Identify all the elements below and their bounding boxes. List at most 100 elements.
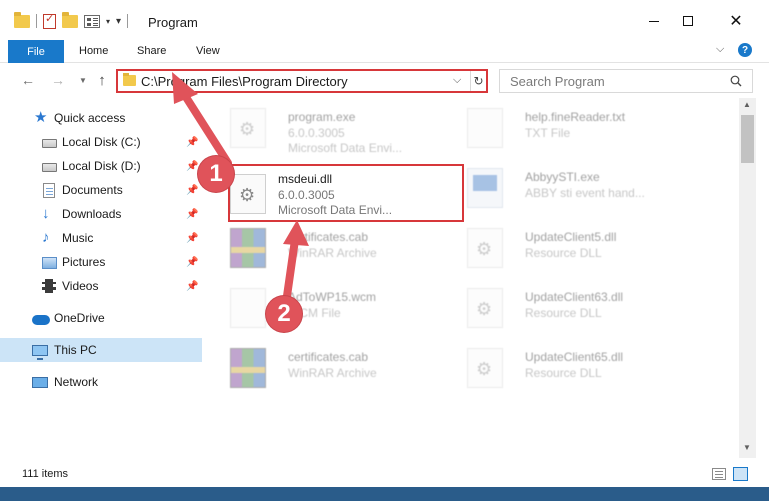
file-item[interactable]: help.fineReader.txt TXT File <box>443 100 679 160</box>
vertical-scrollbar[interactable]: ▲ ▼ <box>739 98 756 458</box>
file-item-msdeui-dll[interactable]: msdeui.dll 6.0.0.3005 Microsoft Data Env… <box>228 164 464 222</box>
tab-view[interactable]: View <box>196 45 220 57</box>
sidebar-item-videos[interactable]: Videos 📌 <box>0 274 202 298</box>
refresh-icon: ↻ <box>473 74 484 88</box>
network-icon <box>32 377 48 388</box>
folder-icon <box>123 73 136 86</box>
customize-toolbar-icon[interactable]: ▾ <box>116 16 121 27</box>
address-path[interactable]: C:\Program Files\Program Directory <box>141 74 348 89</box>
pin-icon[interactable]: 📌 <box>186 137 198 148</box>
file-item[interactable]: program.exe 6.0.0.3005 Microsoft Data En… <box>206 100 442 160</box>
properties-icon[interactable] <box>43 12 56 29</box>
step-2-badge: 2 <box>266 296 302 332</box>
up-button[interactable]: ↑ <box>92 70 112 90</box>
file-detail: Resource DLL <box>525 366 602 380</box>
sidebar-item-label: Local Disk (C:) <box>62 135 141 149</box>
folder-icon[interactable] <box>14 11 30 28</box>
archive-icon <box>230 348 266 388</box>
large-icons-view-icon[interactable] <box>733 467 748 481</box>
sidebar-item-downloads[interactable]: ↓ Downloads 📌 <box>0 202 202 226</box>
pin-icon[interactable]: 📌 <box>186 185 198 196</box>
dll-file-icon <box>467 228 503 268</box>
text-file-icon <box>467 108 503 148</box>
maximize-icon <box>683 16 693 26</box>
videos-icon <box>42 279 56 293</box>
separator <box>127 14 129 28</box>
tab-share[interactable]: Share <box>137 45 166 57</box>
chevron-down-icon[interactable]: ⌵ <box>453 74 461 87</box>
scroll-up-icon[interactable]: ▲ <box>743 100 751 109</box>
exe-file-icon <box>467 168 503 208</box>
maximize-button[interactable] <box>671 8 705 34</box>
file-name: UpdateClient65.dll <box>525 350 624 364</box>
status-bar: 111 items <box>0 460 769 487</box>
sidebar-item-pictures[interactable]: Pictures 📌 <box>0 250 202 274</box>
dll-file-icon <box>467 288 503 328</box>
forward-button[interactable]: → <box>48 70 68 90</box>
music-icon: ♪ <box>42 229 50 246</box>
quick-access-toolbar: ▾ ▾ <box>14 11 129 30</box>
close-button[interactable]: ✕ <box>719 8 753 34</box>
pin-icon[interactable]: 📌 <box>186 161 198 172</box>
sidebar-item-onedrive[interactable]: OneDrive <box>0 306 202 330</box>
sidebar-item-label: Local Disk (D:) <box>62 159 141 173</box>
arrow-up-icon: ↑ <box>98 71 106 89</box>
file-name: UpdateClient63.dll <box>525 290 624 304</box>
close-icon: ✕ <box>729 13 743 30</box>
new-folder-icon[interactable] <box>62 11 78 28</box>
pin-icon[interactable]: 📌 <box>186 257 198 268</box>
minimize-button[interactable] <box>637 8 671 34</box>
view-icon[interactable] <box>84 14 100 28</box>
file-item[interactable]: certificates.cab WinRAR Archive <box>206 340 442 400</box>
tab-home[interactable]: Home <box>79 45 108 57</box>
search-input[interactable]: Search Program <box>499 69 753 93</box>
file-item[interactable]: UpdateClient65.dll Resource DLL <box>443 340 679 400</box>
help-icon[interactable]: ? <box>738 43 752 57</box>
sidebar-item-quick-access[interactable]: ★ Quick access <box>0 106 202 130</box>
pin-icon[interactable]: 📌 <box>186 281 198 292</box>
file-detail: ABBY sti event hand... <box>525 186 645 200</box>
sidebar-item-this-pc[interactable]: This PC <box>0 338 202 362</box>
expand-ribbon-icon[interactable]: ⌵ <box>716 43 724 56</box>
separator <box>36 14 37 28</box>
sidebar-item-label: Videos <box>62 279 99 293</box>
sidebar-item-network[interactable]: Network <box>0 370 202 394</box>
step-1-badge: 1 <box>198 156 234 192</box>
pin-icon[interactable]: 📌 <box>186 209 198 220</box>
file-detail: Resource DLL <box>525 306 602 320</box>
documents-icon <box>43 182 55 198</box>
file-name: msdeui.dll <box>278 172 333 186</box>
scroll-down-icon[interactable]: ▼ <box>743 443 751 452</box>
file-detail: Microsoft Data Envi... <box>288 141 403 155</box>
file-detail: 6.0.0.3005 <box>288 126 345 140</box>
back-button[interactable]: ← <box>18 70 38 90</box>
chevron-down-icon: ▼ <box>79 75 87 85</box>
exe-file-icon <box>230 108 266 148</box>
sidebar-item-label: Pictures <box>62 255 106 269</box>
tab-file[interactable]: File <box>8 40 64 63</box>
file-item[interactable]: AdToWP15.wcm WCM File <box>206 280 442 340</box>
navigation-bar: ← → ▼ ↑ C:\Program Files\Program Directo… <box>0 64 769 96</box>
sidebar-item-documents[interactable]: Documents 📌 <box>0 178 202 202</box>
file-item[interactable]: UpdateClient63.dll Resource DLL <box>443 280 679 340</box>
scrollbar-thumb[interactable] <box>741 115 754 163</box>
file-item[interactable]: UpdateClient5.dll Resource DLL <box>443 220 679 280</box>
sidebar-item-label: Network <box>54 375 99 389</box>
sidebar-item-local-disk-d[interactable]: Local Disk (D:) 📌 <box>0 154 202 178</box>
recent-locations-button[interactable]: ▼ <box>73 70 93 90</box>
file-detail: WinRAR Archive <box>288 366 377 380</box>
item-count: 111 items <box>22 468 69 480</box>
title-bar: ▾ ▾ Program ✕ <box>0 0 769 40</box>
refresh-button[interactable]: ↻ <box>470 71 486 91</box>
sidebar-item-local-disk-c[interactable]: Local Disk (C:) 📌 <box>0 130 202 154</box>
drive-icon <box>42 163 57 172</box>
address-bar[interactable]: C:\Program Files\Program Directory ⌵ ↻ <box>116 69 488 93</box>
chevron-down-icon[interactable]: ▾ <box>106 17 110 26</box>
dll-file-icon <box>230 174 266 214</box>
file-item[interactable]: certificates.cab WinRAR Archive <box>206 220 442 280</box>
details-view-icon[interactable] <box>712 468 726 480</box>
file-item[interactable]: AbbyySTI.exe ABBY sti event hand... <box>443 160 679 220</box>
pictures-icon <box>42 257 57 269</box>
pin-icon[interactable]: 📌 <box>186 233 198 244</box>
sidebar-item-music[interactable]: ♪ Music 📌 <box>0 226 202 250</box>
